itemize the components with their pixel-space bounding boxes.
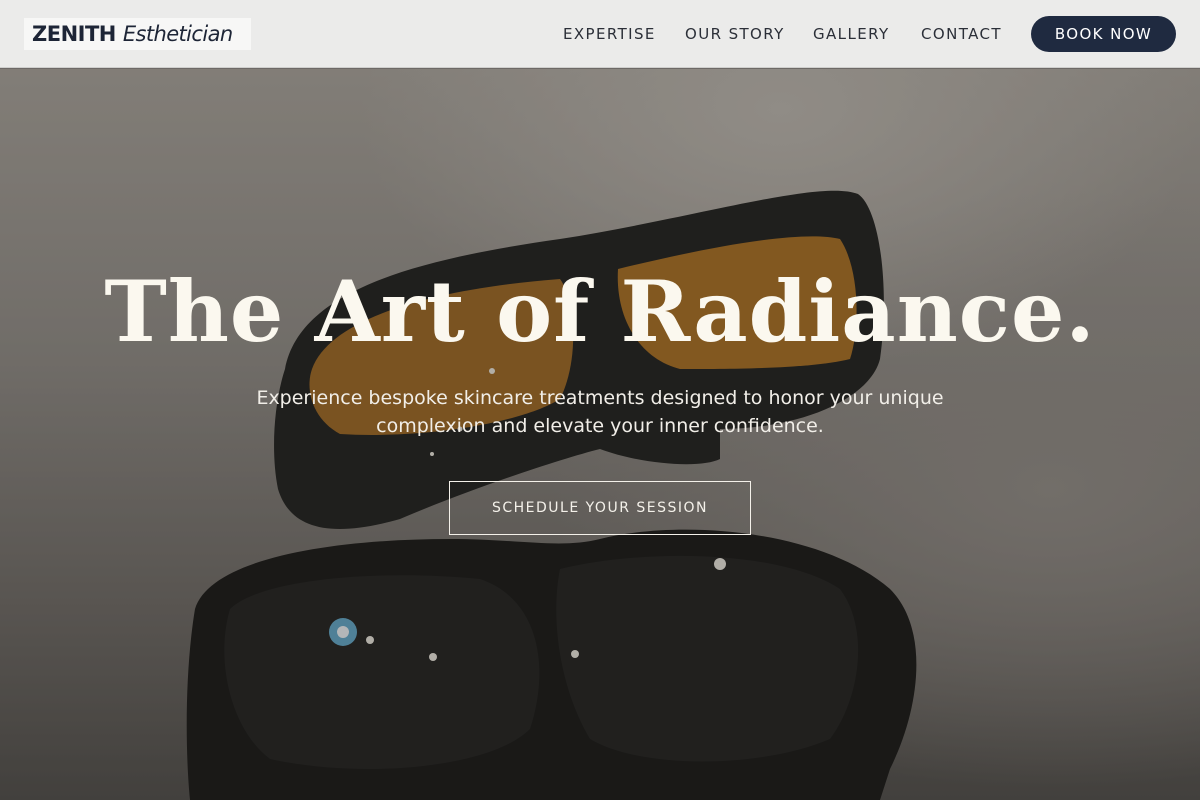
book-now-button[interactable]: BOOK NOW [1031, 16, 1176, 52]
nav-link-gallery[interactable]: GALLERY [813, 24, 890, 44]
logo-subtitle: Esthetician [122, 22, 233, 46]
schedule-session-button[interactable]: SCHEDULE YOUR SESSION [449, 481, 751, 535]
nav-link-contact[interactable]: CONTACT [921, 24, 1002, 44]
logo-wordmark: ZENITH [32, 22, 116, 46]
logo[interactable]: ZENITH Esthetician [24, 18, 251, 50]
site-header: ZENITH Esthetician EXPERTISE OUR STORY G… [0, 0, 1200, 68]
hero-subtitle: Experience bespoke skincare treatments d… [256, 387, 944, 437]
nav-link-our-story[interactable]: OUR STORY [685, 24, 785, 44]
hero-title: The Art of Radiance. [104, 262, 1096, 361]
nav-link-expertise[interactable]: EXPERTISE [563, 24, 656, 44]
